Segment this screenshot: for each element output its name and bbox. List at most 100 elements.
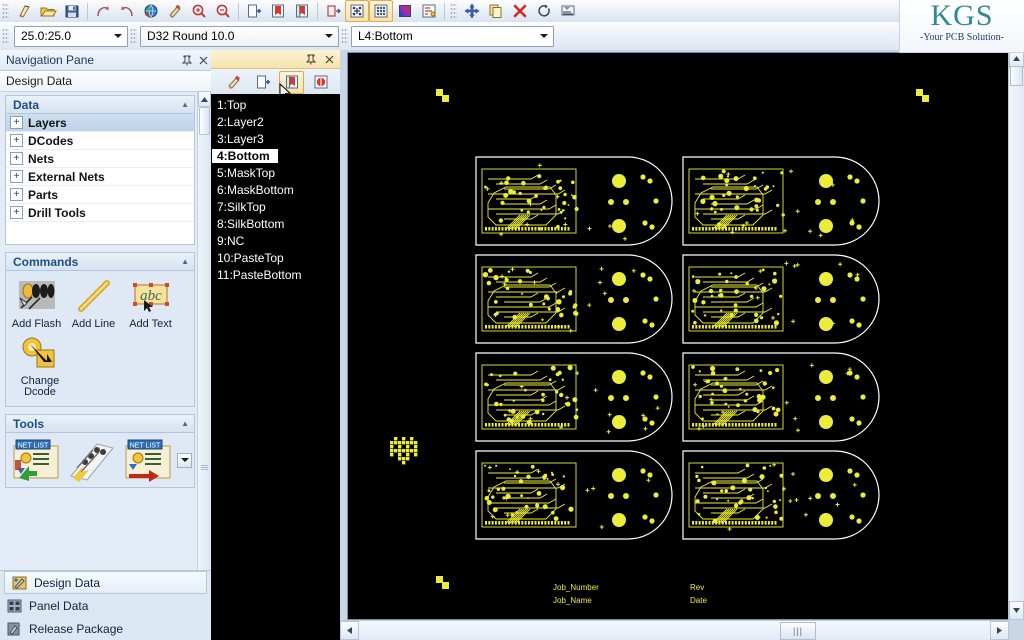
tools-overflow-button[interactable] [177,452,192,468]
canvas-scroll-right-button[interactable] [990,621,1009,640]
layer-row[interactable]: 4:Bottom [211,147,340,164]
toolbar-grip[interactable] [2,3,9,19]
layer-row[interactable]: 10:PasteTop [211,249,340,266]
nav-scroll-thumb[interactable] [199,107,210,135]
rotate-icon[interactable] [532,0,556,22]
layer-row[interactable]: 3:Layer3 [211,130,340,147]
active-layer-combo[interactable]: L4:Bottom [351,25,554,47]
pcb-board[interactable] [682,156,880,246]
sidebar-item-dcodes[interactable]: + DCodes [6,132,194,150]
expand-plus-icon[interactable]: + [10,134,23,147]
grid-dots-icon[interactable] [369,0,393,22]
pcb-board[interactable] [475,254,673,344]
toolbar-grip-2[interactable] [450,3,457,19]
layer-row[interactable]: 8:SilkBottom [211,215,340,232]
sidebar-item-nets[interactable]: + Nets [6,150,194,168]
blue-book-icon[interactable] [290,0,314,22]
chevron-up-icon[interactable]: ▲ [181,257,189,266]
change-dcode-button[interactable]: Change Dcode [8,332,72,398]
layer-add-icon[interactable] [250,71,275,94]
layer-row[interactable]: 11:PasteBottom [211,266,340,283]
red-book-icon[interactable] [266,0,290,22]
layer-row[interactable]: 6:MaskBottom [211,181,340,198]
add-flash-button[interactable]: Add Flash [8,275,65,330]
footer-item-panel-data[interactable]: Panel Data [0,594,211,617]
tools-group-header[interactable]: Tools ▲ [6,415,194,433]
layer-row[interactable]: 7:SilkTop [211,198,340,215]
pin-icon[interactable] [303,51,319,67]
chevron-up-icon[interactable]: ▲ [181,100,189,109]
redo-arc-icon[interactable] [115,0,139,22]
canvas-scroll-down-button[interactable] [1009,601,1024,620]
canvas-vertical-scrollbar[interactable] [1008,50,1024,620]
grid-size-combo[interactable]: 25.0:25.0 [14,25,128,47]
combo-toolbar-grip[interactable] [2,28,9,44]
add-page-icon[interactable] [242,0,266,22]
netlist-export-button[interactable]: NET LIST [120,436,176,484]
layer-row[interactable]: 9:NC [211,232,340,249]
pcb-canvas[interactable]: Job_Number Job_Name Rev Date [347,52,1009,620]
save-icon[interactable] [60,0,84,22]
pcb-board[interactable] [682,254,880,344]
footer-item-release-package[interactable]: Release Package [0,617,211,640]
chevron-up-icon[interactable]: ▲ [181,419,189,428]
layer-paint-icon[interactable] [221,71,246,94]
layer-order-icon[interactable] [417,0,441,22]
copy-icon[interactable] [484,0,508,22]
combo-toolbar-grip-2[interactable] [130,28,137,44]
canvas-scroll-left-button[interactable] [340,621,359,640]
pcb-board[interactable] [682,352,880,442]
canvas-hscroll-thumb[interactable]: ||| [780,622,816,640]
pcb-board[interactable] [475,156,673,246]
netlist-import-button[interactable]: NET LIST [8,436,64,484]
chevron-down-icon[interactable] [110,27,125,46]
layer-row[interactable]: 5:MaskTop [211,164,340,181]
color-palette-icon[interactable] [393,0,417,22]
grid-snap-icon[interactable] [345,0,369,22]
sidebar-item-drill-tools[interactable]: + Drill Tools [6,204,194,222]
sidebar-item-layers[interactable]: + Layers [6,114,194,132]
close-icon[interactable] [321,51,337,67]
chevron-down-icon[interactable] [536,27,551,46]
sidebar-item-external-nets[interactable]: + External Nets [6,168,194,186]
zoom-out-icon[interactable] [211,0,235,22]
move-icon[interactable] [460,0,484,22]
pin-icon[interactable] [179,52,195,68]
data-group-header[interactable]: Data ▲ [6,96,194,114]
layer-stamp-icon[interactable] [308,71,333,94]
pcb-board[interactable] [682,450,880,540]
expand-plus-icon[interactable]: + [10,170,23,183]
commands-group-header[interactable]: Commands ▲ [6,253,194,271]
expand-plus-icon[interactable]: + [10,116,23,129]
expand-plus-icon[interactable]: + [10,152,23,165]
compare-button[interactable] [64,436,120,484]
nav-vertical-scrollbar[interactable] [197,91,211,571]
clean-brush-icon[interactable] [163,0,187,22]
pcb-board[interactable] [475,352,673,442]
dcode-combo[interactable]: D32 Round 10.0 [140,25,339,47]
layer-red-book-icon[interactable] [279,70,304,94]
open-folder-icon[interactable] [36,0,60,22]
combo-toolbar-grip-3[interactable] [341,28,348,44]
undo-arc-icon[interactable] [91,0,115,22]
canvas-horizontal-scrollbar[interactable]: ||| [340,620,1009,640]
close-icon[interactable] [195,52,211,68]
nav-scroll-up-button[interactable] [198,91,211,107]
mirror-icon[interactable] [556,0,580,22]
footer-item-design-data[interactable]: Design Data [4,571,207,594]
canvas-vscroll-thumb[interactable] [1010,66,1023,86]
add-text-button[interactable]: abc Add Text [122,275,179,330]
chevron-down-icon[interactable] [321,27,336,46]
globe-icon[interactable] [139,0,163,22]
add-line-button[interactable]: Add Line [65,275,122,330]
layer-row[interactable]: 2:Layer2 [211,113,340,130]
pcb-board[interactable] [475,450,673,540]
expand-plus-icon[interactable]: + [10,206,23,219]
layer-row[interactable]: 1:Top [211,96,340,113]
sidebar-item-parts[interactable]: + Parts [6,186,194,204]
measure-icon[interactable] [321,0,345,22]
delete-icon[interactable] [508,0,532,22]
expand-plus-icon[interactable]: + [10,188,23,201]
zoom-in-icon[interactable] [187,0,211,22]
new-file-icon[interactable] [12,0,36,22]
